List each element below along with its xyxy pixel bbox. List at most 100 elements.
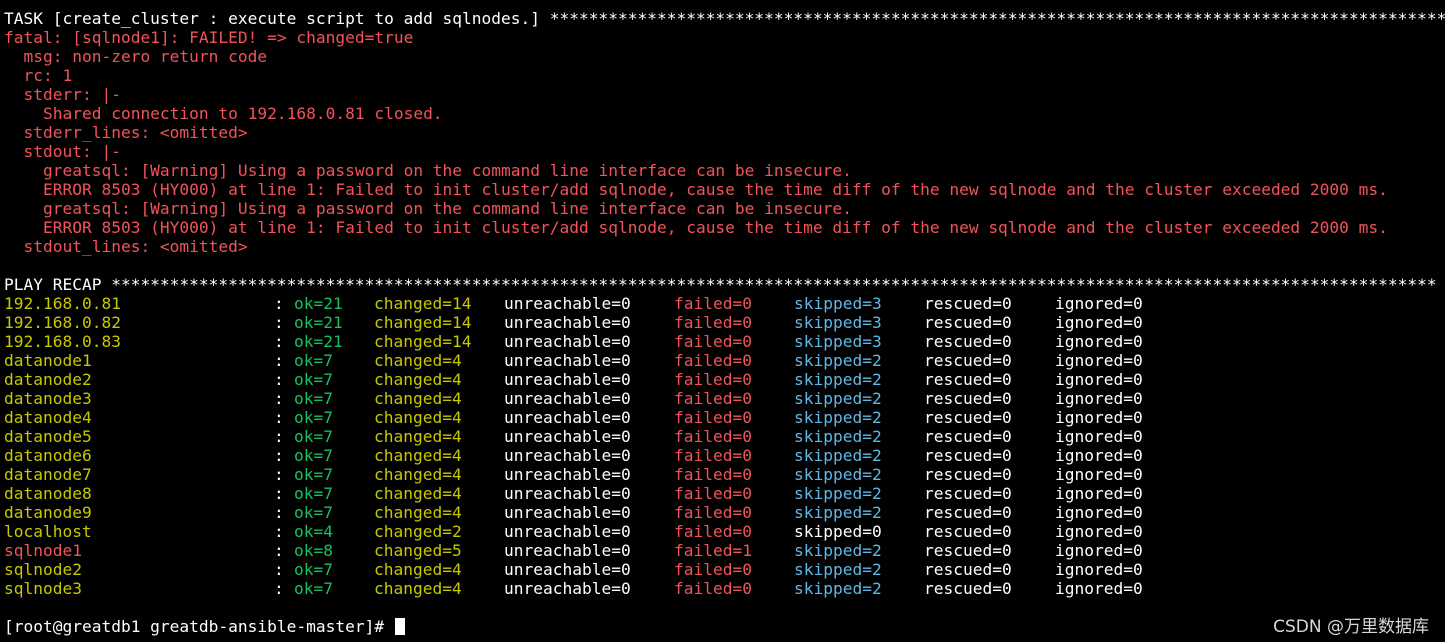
recap-rescued: rescued=0	[924, 389, 1012, 408]
recap-unreachable: unreachable=0	[504, 465, 631, 484]
recap-ignored: ignored=0	[1055, 427, 1143, 446]
recap-rescued: rescued=0	[924, 446, 1012, 465]
recap-rescued: rescued=0	[924, 503, 1012, 522]
recap-rescued: rescued=0	[924, 408, 1012, 427]
recap-rescued: rescued=0	[924, 484, 1012, 503]
recap-row: sqlnode3: ok=7 changed=4 unreachable=0 faile…	[4, 579, 1445, 598]
recap-skipped: skipped=2	[794, 351, 882, 370]
error-line: rc: 1	[4, 66, 73, 85]
recap-ok: ok=7	[294, 484, 333, 503]
recap-separator: :	[274, 484, 284, 503]
text-cursor	[394, 618, 405, 635]
recap-ignored: ignored=0	[1055, 408, 1143, 427]
recap-skipped: skipped=2	[794, 446, 882, 465]
recap-changed: changed=4	[374, 465, 462, 484]
recap-row: datanode3: ok=7 changed=4 unreachable=0 fail…	[4, 389, 1445, 408]
recap-failed: failed=0	[674, 579, 752, 598]
recap-unreachable: unreachable=0	[504, 427, 631, 446]
recap-host: datanode4	[4, 408, 92, 427]
recap-unreachable: unreachable=0	[504, 579, 631, 598]
recap-rescued: rescued=0	[924, 351, 1012, 370]
recap-skipped: skipped=3	[794, 313, 882, 332]
recap-ok: ok=7	[294, 560, 333, 579]
recap-ignored: ignored=0	[1055, 465, 1143, 484]
recap-ignored: ignored=0	[1055, 294, 1143, 313]
recap-failed: failed=1	[674, 541, 752, 560]
recap-rescued: rescued=0	[924, 522, 1012, 541]
recap-ok: ok=7	[294, 408, 333, 427]
recap-row: 192.168.0.82: ok=21 changed=14 unreachable=…	[4, 313, 1445, 332]
recap-skipped: skipped=2	[794, 465, 882, 484]
recap-failed: failed=0	[674, 484, 752, 503]
recap-changed: changed=4	[374, 579, 462, 598]
watermark: CSDN @万里数据库	[1273, 617, 1429, 637]
recap-skipped: skipped=2	[794, 579, 882, 598]
recap-ok: ok=21	[294, 332, 343, 351]
recap-unreachable: unreachable=0	[504, 541, 631, 560]
recap-changed: changed=4	[374, 427, 462, 446]
recap-skipped: skipped=2	[794, 560, 882, 579]
recap-row: datanode6: ok=7 changed=4 unreachable=0 fail…	[4, 446, 1445, 465]
recap-failed: failed=0	[674, 351, 752, 370]
recap-separator: :	[274, 370, 284, 389]
recap-host: datanode2	[4, 370, 92, 389]
recap-unreachable: unreachable=0	[504, 294, 631, 313]
recap-unreachable: unreachable=0	[504, 408, 631, 427]
recap-row: datanode9: ok=7 changed=4 unreachable=0 fail…	[4, 503, 1445, 522]
recap-changed: changed=14	[374, 313, 472, 332]
error-line: ERROR 8503 (HY000) at line 1: Failed to …	[4, 218, 1388, 237]
recap-failed: failed=0	[674, 465, 752, 484]
recap-header: PLAY RECAP *****************************…	[4, 275, 1437, 294]
recap-row: datanode1: ok=7 changed=4 unreachable=0 fail…	[4, 351, 1445, 370]
recap-unreachable: unreachable=0	[504, 446, 631, 465]
recap-ok: ok=7	[294, 427, 333, 446]
recap-separator: :	[274, 541, 284, 560]
recap-ok: ok=7	[294, 389, 333, 408]
recap-ignored: ignored=0	[1055, 351, 1143, 370]
recap-row: datanode5: ok=7 changed=4 unreachable=0 fail…	[4, 427, 1445, 446]
shell-prompt[interactable]: [root@greatdb1 greatdb-ansible-master]#	[4, 617, 405, 636]
error-line: ERROR 8503 (HY000) at line 1: Failed to …	[4, 180, 1388, 199]
recap-ok: ok=21	[294, 294, 343, 313]
recap-separator: :	[274, 294, 284, 313]
recap-skipped: skipped=2	[794, 408, 882, 427]
recap-changed: changed=4	[374, 408, 462, 427]
recap-changed: changed=4	[374, 503, 462, 522]
error-line: stdout: |-	[4, 142, 121, 161]
recap-rescued: rescued=0	[924, 294, 1012, 313]
recap-ok: ok=21	[294, 313, 343, 332]
recap-failed: failed=0	[674, 560, 752, 579]
recap-ignored: ignored=0	[1055, 313, 1143, 332]
recap-host: 192.168.0.83	[4, 332, 121, 351]
recap-failed: failed=0	[674, 294, 752, 313]
recap-separator: :	[274, 389, 284, 408]
recap-host: sqlnode1	[4, 541, 82, 560]
recap-row: datanode2: ok=7 changed=4 unreachable=0 fail…	[4, 370, 1445, 389]
error-line: stderr_lines: <omitted>	[4, 123, 248, 142]
recap-changed: changed=2	[374, 522, 462, 541]
recap-separator: :	[274, 351, 284, 370]
recap-host: datanode3	[4, 389, 92, 408]
recap-changed: changed=4	[374, 446, 462, 465]
recap-ok: ok=4	[294, 522, 333, 541]
recap-row: 192.168.0.83: ok=21 changed=14 unreachable=…	[4, 332, 1445, 351]
recap-failed: failed=0	[674, 408, 752, 427]
recap-ignored: ignored=0	[1055, 522, 1143, 541]
recap-rescued: rescued=0	[924, 465, 1012, 484]
recap-separator: :	[274, 427, 284, 446]
recap-ignored: ignored=0	[1055, 332, 1143, 351]
recap-unreachable: unreachable=0	[504, 484, 631, 503]
recap-unreachable: unreachable=0	[504, 560, 631, 579]
recap-failed: failed=0	[674, 389, 752, 408]
recap-unreachable: unreachable=0	[504, 522, 631, 541]
recap-unreachable: unreachable=0	[504, 351, 631, 370]
recap-separator: :	[274, 560, 284, 579]
recap-host: datanode5	[4, 427, 92, 446]
recap-failed: failed=0	[674, 522, 752, 541]
task-header: TASK [create_cluster : execute script to…	[4, 9, 1445, 28]
recap-row: datanode8: ok=7 changed=4 unreachable=0 fail…	[4, 484, 1445, 503]
recap-host: 192.168.0.81	[4, 294, 121, 313]
recap-changed: changed=4	[374, 370, 462, 389]
prompt-text: [root@greatdb1 greatdb-ansible-master]#	[4, 617, 394, 636]
recap-host: datanode8	[4, 484, 92, 503]
